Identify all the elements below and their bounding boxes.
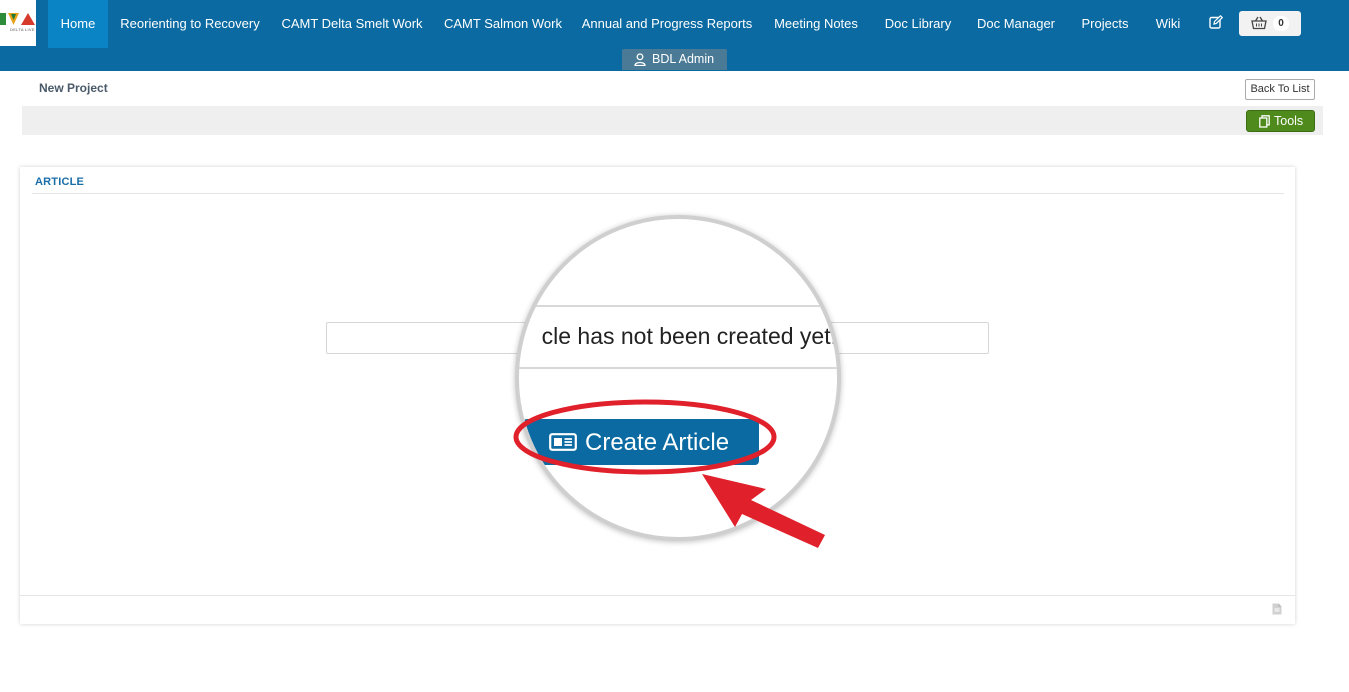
- back-to-list-button[interactable]: Back To List: [1245, 79, 1315, 100]
- nav-item-camt-salmon-work[interactable]: CAMT Salmon Work: [440, 0, 566, 48]
- cart-count-badge: 0: [1273, 16, 1289, 31]
- nav-item-reorienting-to-recovery[interactable]: Reorienting to Recovery: [112, 0, 268, 48]
- user-menu-button[interactable]: BDL Admin: [622, 49, 727, 70]
- basket-icon: [1251, 16, 1267, 30]
- edit-icon-graphic: [1209, 14, 1224, 29]
- cart-button[interactable]: 0: [1239, 11, 1301, 36]
- copy-icon: [1259, 115, 1270, 128]
- site-logo[interactable]: DELTA LIVE: [0, 0, 36, 46]
- nav-item-wiki[interactable]: Wiki: [1148, 0, 1188, 48]
- logo-mark-red: [21, 13, 35, 25]
- tools-button-label: Tools: [1274, 114, 1304, 128]
- tools-button[interactable]: Tools: [1246, 110, 1315, 132]
- user-icon: [634, 53, 646, 66]
- article-card-icon: [549, 433, 577, 451]
- create-article-button[interactable]: Create Article: [523, 419, 759, 465]
- nav-item-doc-library[interactable]: Doc Library: [878, 0, 958, 48]
- document-icon[interactable]: [1272, 603, 1282, 615]
- logo-tagline: DELTA LIVE: [10, 27, 35, 32]
- magnified-box-bottom-border: [519, 367, 837, 369]
- nav-item-annual-and-progress-reports[interactable]: Annual and Progress Reports: [580, 0, 754, 48]
- nav-item-meeting-notes[interactable]: Meeting Notes: [766, 0, 866, 48]
- magnified-status-message: cle has not been created yet.: [541, 323, 837, 349]
- nav-item-doc-manager[interactable]: Doc Manager: [970, 0, 1062, 48]
- nav-item-projects[interactable]: Projects: [1074, 0, 1136, 48]
- article-panel-title: ARTICLE: [35, 176, 85, 188]
- create-article-button-label: Create Article: [585, 429, 730, 456]
- page-toolbar: [22, 106, 1323, 135]
- nav-item-camt-delta-smelt-work[interactable]: CAMT Delta Smelt Work: [276, 0, 428, 48]
- page-title: New Project: [39, 81, 108, 95]
- magnifier-callout: cle has not been created yet. Create Art…: [515, 215, 841, 541]
- top-navigation-bar: DELTA LIVE Home Reorienting to Recovery …: [0, 0, 1349, 71]
- panel-header-divider: [32, 193, 1284, 194]
- edit-icon[interactable]: [1209, 14, 1225, 31]
- magnified-box-top-border: [519, 305, 837, 307]
- nav-item-home[interactable]: Home: [48, 0, 108, 48]
- panel-footer-divider: [20, 595, 1295, 596]
- logo-mark-green: [0, 13, 6, 25]
- user-name-label: BDL Admin: [652, 52, 715, 66]
